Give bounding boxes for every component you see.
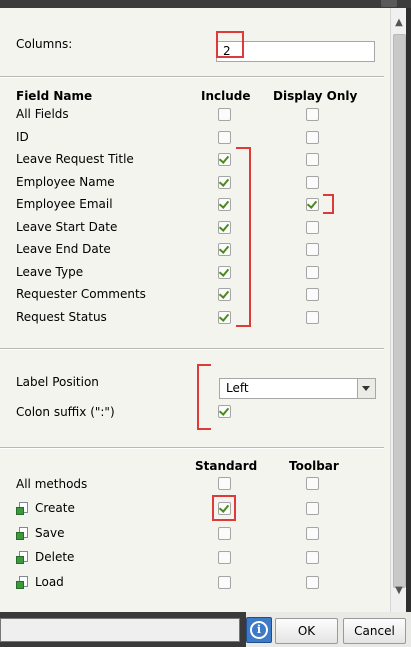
dialog-footer: i OK Cancel xyxy=(0,612,411,647)
display-only-checkbox[interactable] xyxy=(306,243,319,256)
display-only-checkbox[interactable] xyxy=(306,198,319,211)
field-name: Employee Name xyxy=(16,175,115,189)
label-position-label: Label Position xyxy=(16,375,99,389)
method-name: Load xyxy=(35,575,64,589)
toolbar-checkbox[interactable] xyxy=(306,502,319,515)
info-button[interactable]: i xyxy=(246,617,272,643)
field-name: Leave Type xyxy=(16,265,84,279)
include-highlight-bracket xyxy=(236,147,251,327)
checkmark-icon xyxy=(218,266,230,277)
colon-suffix-checkbox[interactable] xyxy=(218,405,231,418)
checkmark-icon xyxy=(218,153,230,164)
checkmark-icon xyxy=(218,176,230,187)
include-checkbox[interactable] xyxy=(218,221,231,234)
checkmark-icon xyxy=(218,221,230,232)
scroll-up-icon[interactable]: ▲ xyxy=(391,16,407,30)
all-methods-toolbar-checkbox[interactable] xyxy=(306,477,319,490)
standard-checkbox[interactable] xyxy=(218,551,231,564)
vertical-scrollbar[interactable]: ▲ ▼ xyxy=(390,8,407,612)
method-name: Create xyxy=(35,501,75,515)
field-name: Leave Request Title xyxy=(16,152,134,166)
scroll-down-icon[interactable]: ▼ xyxy=(391,584,407,598)
include-checkbox[interactable] xyxy=(218,311,231,324)
label-position-value: Left xyxy=(226,381,249,395)
method-icon xyxy=(16,527,30,541)
include-checkbox[interactable] xyxy=(218,131,231,144)
create-standard-highlight xyxy=(212,495,236,521)
checkmark-icon xyxy=(218,288,230,299)
standard-header: Standard xyxy=(195,459,258,473)
status-field xyxy=(0,618,240,642)
include-checkbox[interactable] xyxy=(218,288,231,301)
display-only-highlight-bracket xyxy=(323,194,334,214)
method-icon xyxy=(16,502,30,516)
label-position-select[interactable]: Left xyxy=(219,378,376,399)
colon-suffix-label: Colon suffix (":") xyxy=(16,405,115,419)
display-only-checkbox[interactable] xyxy=(306,108,319,121)
ok-button[interactable]: OK xyxy=(275,618,338,644)
form-settings-panel: Columns: 2 Field Name Include Display On… xyxy=(0,8,390,612)
checkmark-icon xyxy=(218,243,230,254)
include-checkbox[interactable] xyxy=(218,176,231,189)
display-only-checkbox[interactable] xyxy=(306,266,319,279)
standard-checkbox[interactable] xyxy=(218,527,231,540)
include-checkbox[interactable] xyxy=(218,243,231,256)
display-only-checkbox[interactable] xyxy=(306,288,319,301)
all-methods-label: All methods xyxy=(16,477,88,491)
columns-highlight xyxy=(216,31,244,58)
field-name: Request Status xyxy=(16,310,107,324)
field-name: ID xyxy=(16,130,29,144)
field-name: Requester Comments xyxy=(16,287,146,301)
checkmark-icon xyxy=(306,198,318,209)
standard-checkbox[interactable] xyxy=(218,576,231,589)
field-name: All Fields xyxy=(16,107,69,121)
title-bar xyxy=(0,0,411,8)
display-only-checkbox[interactable] xyxy=(306,153,319,166)
toolbar-checkbox[interactable] xyxy=(306,576,319,589)
method-icon xyxy=(16,576,30,590)
checkmark-icon xyxy=(218,198,230,209)
include-checkbox[interactable] xyxy=(218,108,231,121)
cancel-button[interactable]: Cancel xyxy=(343,618,406,644)
display-only-header: Display Only xyxy=(273,89,358,103)
close-icon[interactable] xyxy=(381,0,397,7)
include-checkbox[interactable] xyxy=(218,266,231,279)
display-only-checkbox[interactable] xyxy=(306,221,319,234)
dropdown-arrow-icon[interactable] xyxy=(357,379,375,398)
field-name: Employee Email xyxy=(16,197,113,211)
include-header: Include xyxy=(201,89,251,103)
field-name: Leave End Date xyxy=(16,242,111,256)
display-only-checkbox[interactable] xyxy=(306,176,319,189)
method-name: Save xyxy=(35,526,65,540)
display-only-checkbox[interactable] xyxy=(306,311,319,324)
label-position-highlight-bracket xyxy=(197,364,211,430)
toolbar-checkbox[interactable] xyxy=(306,527,319,540)
toolbar-checkbox[interactable] xyxy=(306,551,319,564)
toolbar-header: Toolbar xyxy=(289,459,339,473)
field-name-header: Field Name xyxy=(16,89,93,103)
method-name: Delete xyxy=(35,550,75,564)
include-checkbox[interactable] xyxy=(218,153,231,166)
columns-label: Columns: xyxy=(16,37,73,51)
all-methods-standard-checkbox[interactable] xyxy=(218,477,231,490)
display-only-checkbox[interactable] xyxy=(306,131,319,144)
method-icon xyxy=(16,551,30,565)
info-icon: i xyxy=(250,621,268,639)
include-checkbox[interactable] xyxy=(218,198,231,211)
field-name: Leave Start Date xyxy=(16,220,118,234)
checkmark-icon xyxy=(218,311,230,322)
scrollbar-thumb[interactable] xyxy=(393,34,406,588)
